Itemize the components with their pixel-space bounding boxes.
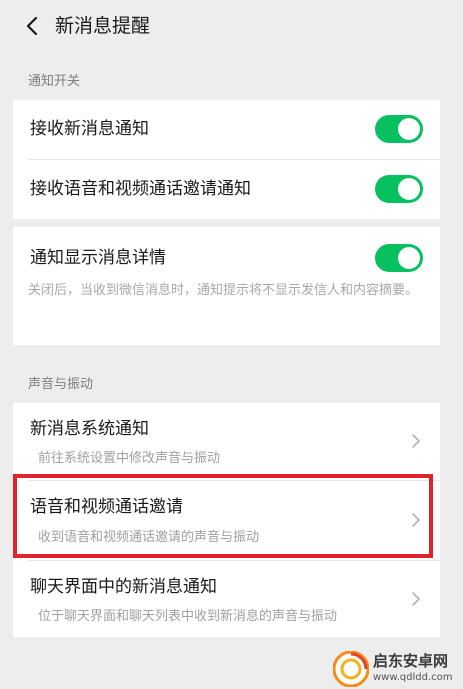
section-label-notification-switch: 通知开关 bbox=[28, 74, 81, 89]
back-button[interactable] bbox=[22, 14, 46, 38]
detail-display-label: 通知显示消息详情 bbox=[30, 248, 166, 268]
item-subtitle: 前往系统设置中修改声音与振动 bbox=[38, 451, 221, 466]
toggle-knob bbox=[398, 247, 420, 269]
receive-call-invite-toggle[interactable] bbox=[375, 175, 423, 203]
chevron-right-icon bbox=[412, 592, 420, 606]
watermark: 启东安卓网 www.qdldd.com bbox=[333, 649, 463, 689]
page-title: 新消息提醒 bbox=[55, 15, 151, 37]
item-subtitle: 位于聊天界面和聊天列表中收到新消息的声音与振动 bbox=[38, 609, 338, 624]
section-label-sound-vibration: 声音与振动 bbox=[28, 377, 94, 392]
watermark-url: www.qdldd.com bbox=[373, 672, 453, 683]
watermark-logo-icon bbox=[333, 651, 369, 687]
receive-new-message-toggle[interactable] bbox=[375, 115, 423, 143]
toggle-knob bbox=[398, 178, 420, 200]
item-title: 新消息系统通知 bbox=[30, 419, 149, 439]
chevron-right-icon bbox=[412, 434, 420, 448]
chevron-left-icon bbox=[26, 16, 38, 36]
highlight-box bbox=[13, 474, 433, 558]
divider bbox=[28, 159, 440, 160]
watermark-name: 启东安卓网 bbox=[373, 652, 449, 670]
detail-display-toggle[interactable] bbox=[375, 244, 423, 272]
top-bar: 新消息提醒 bbox=[0, 0, 463, 52]
toggle-knob bbox=[398, 118, 420, 140]
detail-display-description: 关闭后，当收到微信消息时，通知提示将不显示发信人和内容摘要。 bbox=[28, 283, 419, 298]
receive-call-invite-label: 接收语音和视频通话邀请通知 bbox=[30, 179, 251, 199]
divider bbox=[28, 560, 440, 561]
item-title: 聊天界面中的新消息通知 bbox=[30, 577, 217, 597]
receive-new-message-label: 接收新消息通知 bbox=[30, 119, 149, 139]
